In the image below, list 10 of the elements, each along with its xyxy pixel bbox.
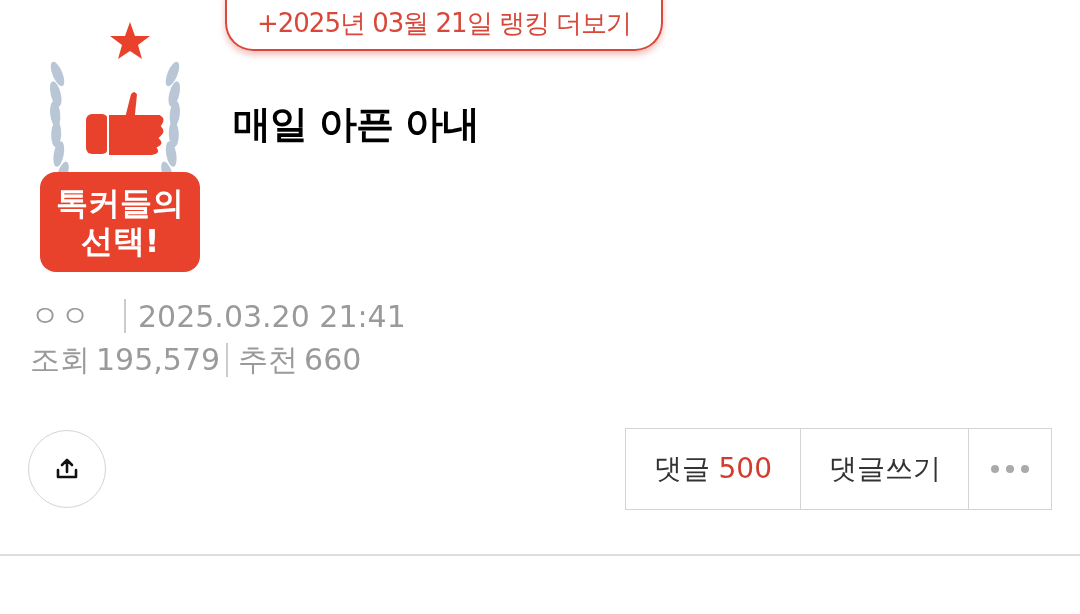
view-count: 조회 195,579: [30, 340, 221, 379]
comments-button[interactable]: 댓글 500: [624, 428, 801, 510]
recommend-count: 추천 660: [238, 340, 362, 379]
badge-label: 톡커들의 선택!: [40, 172, 200, 272]
post-title: 매일 아픈 아내: [233, 101, 480, 148]
ranking-link[interactable]: +2025년 03월 21일 랭킹 더보기: [225, 0, 664, 51]
write-comment-button[interactable]: 댓글쓰기: [799, 428, 970, 510]
more-icon: [990, 464, 1030, 474]
post-datetime: 2025.03.20 21:41: [138, 298, 406, 334]
author-name: ㅇㅇ: [30, 296, 90, 335]
